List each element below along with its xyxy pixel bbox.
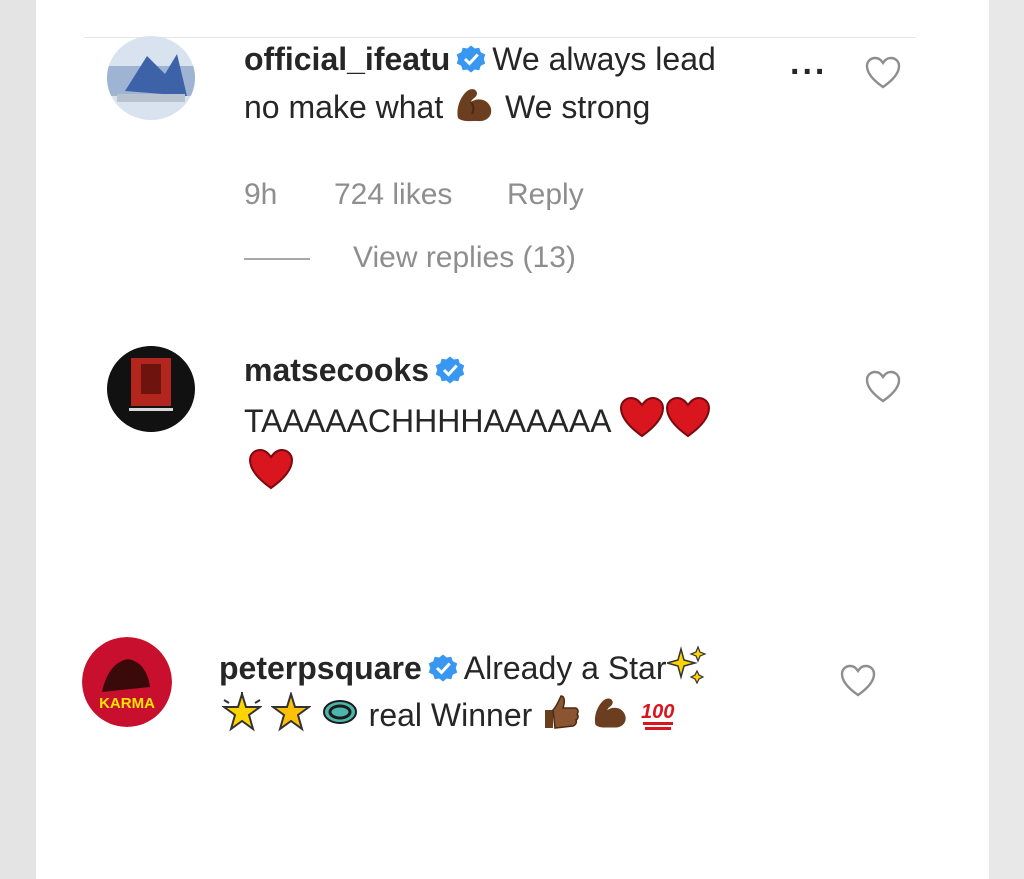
likes-count[interactable]: 724 likes	[334, 178, 452, 212]
repeat-icon	[322, 700, 357, 724]
comment-text: TAAAAACHHHHAAAAAA	[244, 403, 610, 439]
like-heart-icon[interactable]	[840, 664, 876, 698]
avatar-logo-text: KARMA	[99, 695, 155, 712]
thumbs-up-icon	[545, 695, 580, 729]
like-heart-icon[interactable]	[865, 370, 901, 404]
more-button[interactable]: ...	[790, 44, 827, 83]
comment-line-1: official_ifeatu We always lead	[244, 34, 716, 84]
comment-line-3	[248, 448, 294, 490]
red-heart-icon	[665, 396, 710, 438]
comment-line-2: no make what We strong	[244, 82, 650, 132]
like-heart-icon[interactable]	[865, 56, 901, 90]
username[interactable]: official_ifeatu	[244, 41, 450, 77]
replies-divider	[244, 258, 310, 260]
reply-button[interactable]: Reply	[507, 178, 584, 212]
flexed-biceps-icon	[457, 89, 492, 122]
comment-text: We always lead	[492, 41, 716, 77]
red-heart-icon	[248, 448, 294, 490]
svg-text:100: 100	[641, 701, 674, 723]
comment-meta: 9h 724 likes Reply	[244, 178, 644, 218]
glowing-star-icon	[222, 692, 262, 732]
sparkles-icon	[666, 645, 707, 685]
scrollbar-track[interactable]	[989, 0, 1024, 879]
verified-badge-icon	[435, 356, 465, 384]
comment-line-2: real Winner 100	[222, 690, 679, 740]
avatar[interactable]: KARMA	[82, 637, 172, 727]
verified-badge-icon	[457, 45, 486, 73]
hundred-points-icon: 100	[641, 701, 674, 730]
timestamp: 9h	[244, 178, 278, 211]
avatar[interactable]	[107, 36, 195, 120]
comment-text-part: no make what	[244, 89, 444, 125]
view-replies-button[interactable]: View replies (13)	[353, 241, 576, 275]
avatar[interactable]	[107, 346, 195, 432]
flexed-biceps-icon	[595, 698, 626, 728]
comment-text: Already a Star	[463, 650, 667, 686]
username[interactable]: matsecooks	[244, 352, 429, 388]
comment-text: real Winner	[368, 697, 533, 733]
comment-line-1: matsecooks	[244, 352, 471, 389]
comment-line-2: TAAAAACHHHHAAAAAA	[244, 396, 711, 446]
red-heart-icon	[619, 396, 664, 438]
star-icon	[270, 692, 311, 732]
verified-badge-icon	[428, 654, 457, 682]
comment-line-1: peterpsquare Already a Star	[219, 643, 707, 693]
comment-text-part: We strong	[505, 89, 651, 125]
username[interactable]: peterpsquare	[219, 650, 422, 686]
